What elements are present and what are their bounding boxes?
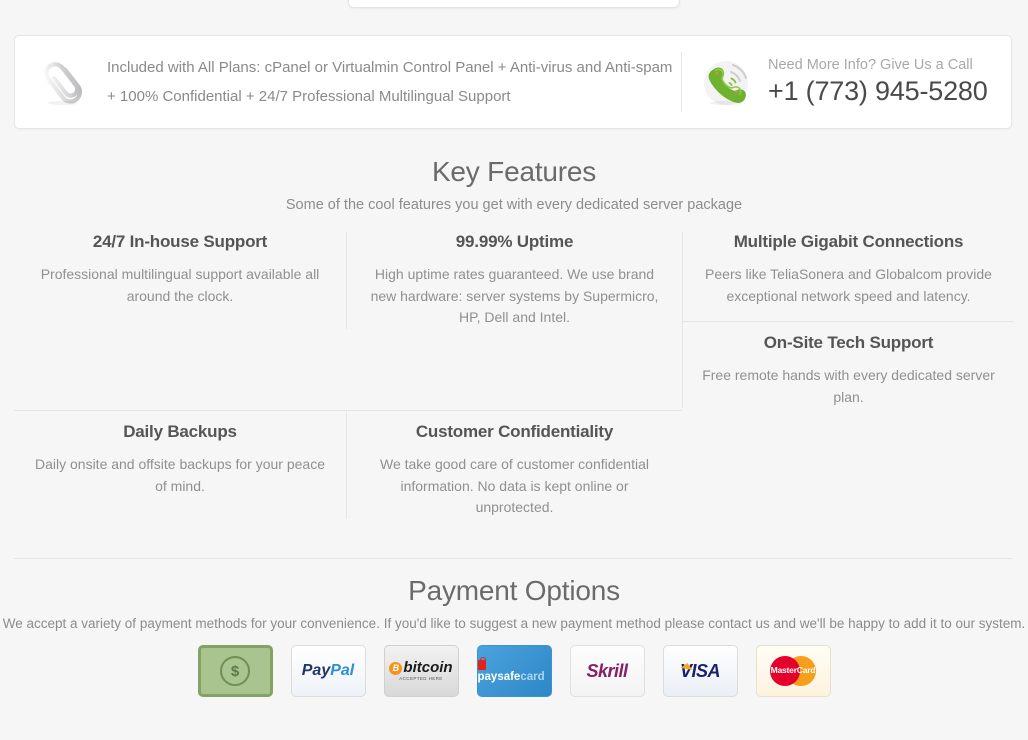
- banner-text: Included with All Plans: cPanel or Virtu…: [107, 59, 673, 105]
- bitcoin-wordmark: Bbitcoin: [389, 659, 453, 677]
- paysafecard-logo[interactable]: paysafecard: [476, 645, 552, 697]
- paysafecard-label-a: paysafe: [477, 671, 521, 683]
- phone-number[interactable]: +1 (773) 945-5280: [768, 75, 988, 108]
- feature-title: Customer Confidentiality: [415, 422, 614, 441]
- feature-on-site-tech-support: On-Site Tech Support Free remote hands w…: [682, 321, 1014, 408]
- skrill-label: Skrill: [586, 660, 628, 681]
- bitcoin-label: bitcoin: [403, 659, 453, 677]
- cash-dollar-sign: $: [220, 656, 250, 686]
- partial-card-above: [348, 0, 680, 8]
- feature-title: Multiple Gigabit Connections: [733, 232, 964, 251]
- included-plans-banner: Included with All Plans: cPanel or Virtu…: [14, 35, 1012, 129]
- visa-logo[interactable]: VISA: [662, 645, 738, 697]
- feature-description: Free remote hands with every dedicated s…: [702, 367, 995, 405]
- cash-bill: $: [201, 648, 270, 694]
- feature-description: Professional multilingual support availa…: [40, 266, 320, 304]
- payment-methods-row: $ PayPal Bbitcoin ACCEPTED HERE paysafec…: [0, 645, 1028, 697]
- call-us-label: Need More Info? Give Us a Call: [768, 57, 973, 73]
- feature-daily-backups: Daily Backups Daily onsite and offsite b…: [14, 410, 346, 497]
- section-divider: [14, 558, 1012, 559]
- feature-description: Peers like TeliaSonera and Globalcom pro…: [705, 266, 992, 304]
- cash-icon[interactable]: $: [197, 645, 273, 697]
- feature-99-99-uptime: 99.99% Uptime High uptime rates guarante…: [346, 232, 682, 329]
- payment-options-subtitle: We accept a variety of payment methods f…: [2, 616, 1026, 631]
- feature-customer-confidentiality: Customer Confidentiality We take good ca…: [346, 410, 682, 519]
- skrill-logo[interactable]: Skrill: [569, 645, 645, 697]
- call-text-group: Need More Info? Give Us a Call +1 (773) …: [768, 56, 988, 108]
- paysafecard-label-b: card: [520, 671, 545, 683]
- payment-options-title: Payment Options: [408, 575, 620, 606]
- mastercard-label: MasterCard: [770, 665, 816, 675]
- feature-title: 99.99% Uptime: [455, 232, 574, 251]
- bitcoin-coin-icon: B: [389, 661, 403, 675]
- paypal-logo[interactable]: PayPal: [290, 645, 366, 697]
- lock-icon: [477, 656, 486, 670]
- key-features-title: Key Features: [431, 156, 597, 187]
- feature-title: On-Site Tech Support: [763, 333, 934, 352]
- bitcoin-sublabel: ACCEPTED HERE: [399, 676, 443, 682]
- feature-title: 24/7 In-house Support: [92, 232, 268, 251]
- feature-24-7-in-house-support: 24/7 In-house Support Professional multi…: [14, 232, 346, 307]
- mastercard-circles: MasterCard: [764, 653, 822, 689]
- call-us-group[interactable]: Need More Info? Give Us a Call +1 (773) …: [681, 52, 1011, 112]
- visa-label-wrap: VISA: [680, 661, 721, 682]
- feature-description: We take good care of customer confidenti…: [379, 456, 649, 515]
- bitcoin-logo[interactable]: Bbitcoin ACCEPTED HERE: [383, 645, 459, 697]
- paysafecard-wordmark: paysafecard: [477, 656, 551, 683]
- phone-ringing-icon: [700, 57, 756, 107]
- feature-description: Daily onsite and offsite backups for you…: [34, 456, 326, 494]
- paypal-label: PayPal: [301, 662, 355, 679]
- bitcoin-logo-group: Bbitcoin ACCEPTED HERE: [389, 659, 453, 682]
- feature-multiple-gigabit-connections: Multiple Gigabit Connections Peers like …: [682, 232, 1014, 307]
- mastercard-logo[interactable]: MasterCard: [755, 645, 831, 697]
- feature-description: High uptime rates guaranteed. We use bra…: [370, 266, 659, 325]
- paperclip-icon: [39, 56, 85, 108]
- banner-left-group: Included with All Plans: cPanel or Virtu…: [15, 53, 681, 111]
- feature-title: Daily Backups: [123, 422, 237, 441]
- key-features-subtitle: Some of the cool features you get with e…: [285, 197, 743, 213]
